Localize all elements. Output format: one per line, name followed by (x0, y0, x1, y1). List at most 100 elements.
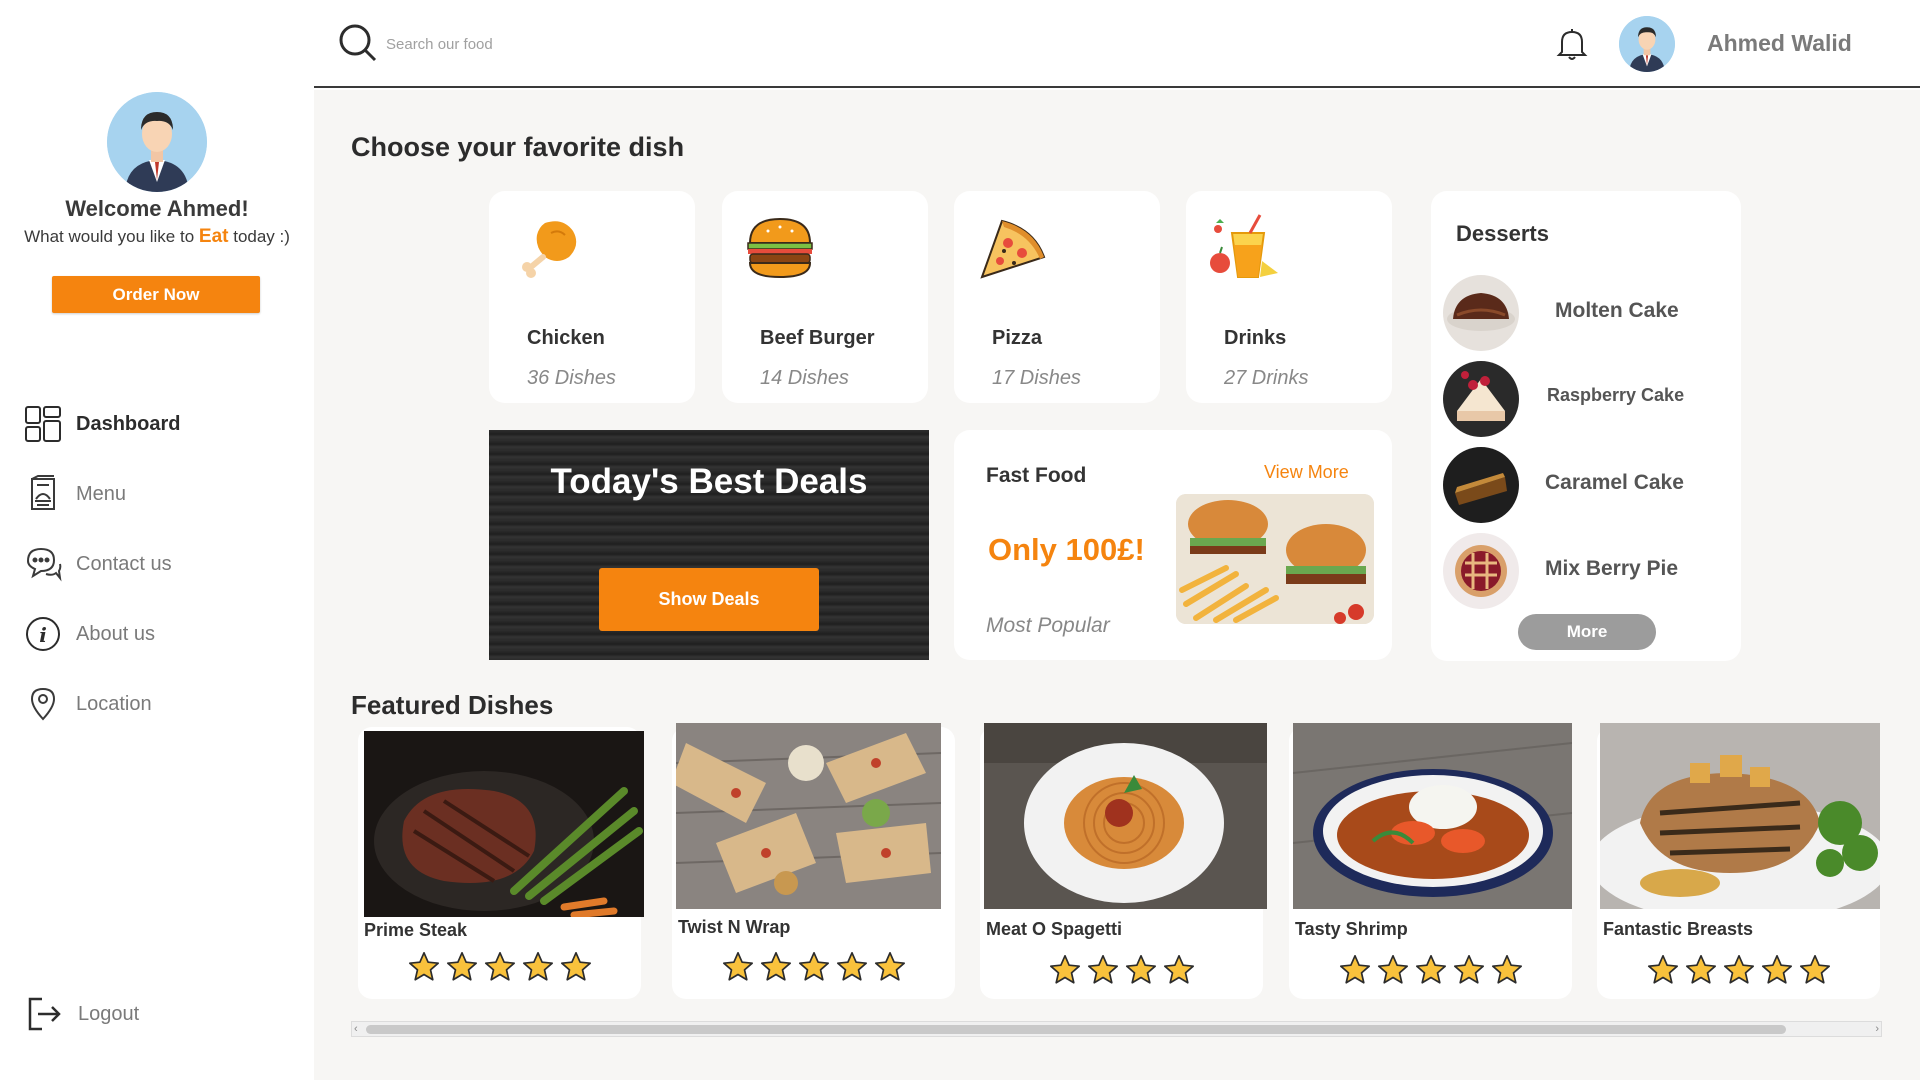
welcome-subtitle: What would you like to Eat today :) (0, 226, 314, 248)
star-icon (798, 951, 829, 981)
category-card-pizza[interactable]: Pizza 17 Dishes (954, 191, 1160, 403)
star-icon (1453, 954, 1484, 984)
dish-name: Twist N Wrap (678, 917, 791, 937)
star-icon (1761, 954, 1792, 984)
dish-image (676, 723, 941, 909)
dessert-item[interactable]: Raspberry Cake (1443, 361, 1733, 441)
dish-name: Tasty Shrimp (1295, 919, 1408, 939)
fast-food-card: Fast Food View More Only 100£! Most Popu… (954, 430, 1392, 660)
username[interactable]: Ahmed Walid (1707, 30, 1852, 57)
star-icon (1049, 954, 1080, 984)
fast-food-tag: Most Popular (986, 614, 1110, 637)
star-icon (1087, 954, 1118, 984)
burger-icon (747, 217, 813, 279)
dish-image (984, 723, 1267, 909)
dessert-image (1443, 275, 1519, 351)
dish-image (1293, 723, 1572, 909)
dish-image (364, 731, 644, 917)
featured-dish-card[interactable]: Meat O Spagetti (980, 723, 1267, 999)
nav-item-dashboard[interactable]: Dashboard (24, 404, 180, 444)
star-icon (560, 951, 591, 981)
logout-button[interactable]: Logout (26, 994, 139, 1034)
dessert-item[interactable]: Molten Cake (1443, 275, 1733, 355)
featured-dish-card[interactable]: Fantastic Breasts (1597, 723, 1880, 999)
category-name: Pizza (992, 327, 1043, 349)
featured-dish-card[interactable]: Tasty Shrimp (1289, 723, 1572, 999)
nav-item-menu[interactable]: Menu (24, 474, 126, 514)
category-card-burger[interactable]: Beef Burger 14 Dishes (722, 191, 928, 403)
order-now-button[interactable]: Order Now (52, 276, 260, 313)
svg-text:i: i (39, 623, 47, 647)
star-icon (1491, 954, 1522, 984)
star-icon (408, 951, 439, 981)
search-input[interactable] (386, 30, 686, 58)
bell-icon[interactable] (1554, 26, 1590, 62)
view-more-link[interactable]: View More (1264, 462, 1349, 483)
star-icon (522, 951, 553, 981)
star-icon (484, 951, 515, 981)
dish-rating (980, 953, 1263, 987)
star-icon (1125, 954, 1156, 984)
category-name: Chicken (527, 327, 605, 349)
nav-item-contact[interactable]: Contact us (24, 544, 172, 584)
dessert-item[interactable]: Mix Berry Pie (1443, 533, 1733, 613)
star-icon (1163, 954, 1194, 984)
dessert-name: Caramel Cake (1545, 471, 1684, 494)
desserts-card: Desserts Molten Cake Raspberry Cake Cara… (1431, 191, 1741, 661)
best-deals-banner: Today's Best Deals Show Deals (489, 430, 929, 660)
featured-dish-card[interactable]: Prime Steak (358, 727, 644, 999)
star-icon (722, 951, 753, 981)
show-deals-button[interactable]: Show Deals (599, 568, 819, 631)
scrollbar-thumb[interactable] (366, 1025, 1786, 1034)
category-card-drinks[interactable]: Drinks 27 Drinks (1186, 191, 1392, 403)
desserts-more-button[interactable]: More (1518, 614, 1656, 650)
star-icon (760, 951, 791, 981)
nav-label: Location (76, 692, 152, 715)
category-card-chicken[interactable]: Chicken 36 Dishes (489, 191, 695, 403)
search-icon[interactable] (337, 22, 379, 64)
dessert-item[interactable]: Caramel Cake (1443, 447, 1733, 527)
category-name: Drinks (1224, 327, 1287, 349)
user-avatar[interactable] (1619, 16, 1675, 72)
page-title: Choose your favorite dish (351, 132, 685, 162)
star-icon (836, 951, 867, 981)
main-content: Choose your favorite dish Chicken 36 Dis… (314, 90, 1920, 1080)
featured-dish-card[interactable]: Twist N Wrap (672, 723, 955, 999)
dish-rating (1289, 953, 1572, 987)
desserts-title: Desserts (1456, 221, 1549, 246)
welcome-text: Welcome Ahmed! (65, 196, 249, 221)
dessert-image (1443, 533, 1519, 609)
star-icon (1799, 954, 1830, 984)
star-icon (1415, 954, 1446, 984)
dish-rating (672, 950, 955, 984)
nav-label: Menu (76, 482, 127, 505)
category-count: 17 Dishes (992, 367, 1081, 389)
pizza-icon (980, 219, 1046, 279)
category-count: 14 Dishes (760, 367, 849, 389)
subtitle-text-end: today :) (233, 227, 290, 246)
profile-avatar (107, 92, 207, 192)
fast-food-price: Only 100£! (988, 532, 1145, 567)
dish-image (1600, 723, 1880, 909)
scroll-right-icon[interactable]: › (1875, 1023, 1879, 1035)
location-pin-icon (30, 687, 56, 721)
fast-food-image[interactable] (1176, 494, 1374, 624)
info-icon: i (26, 617, 60, 651)
nav-item-about[interactable]: i About us (24, 614, 155, 654)
scroll-left-icon[interactable]: ‹ (354, 1023, 358, 1035)
star-icon (1685, 954, 1716, 984)
drink-icon (1210, 214, 1278, 278)
sidebar: Welcome Ahmed! What would you like to Ea… (0, 0, 314, 1080)
nav-item-location[interactable]: Location (24, 684, 152, 724)
nav-label: Contact us (76, 552, 172, 575)
dish-name: Prime Steak (364, 920, 468, 940)
fast-food-title: Fast Food (986, 464, 1087, 487)
star-icon (1723, 954, 1754, 984)
horizontal-scrollbar[interactable]: ‹ › (351, 1021, 1882, 1037)
dashboard-icon (25, 406, 61, 442)
dessert-name: Mix Berry Pie (1545, 557, 1679, 580)
dessert-name: Raspberry Cake (1547, 385, 1685, 405)
dessert-image (1443, 361, 1519, 437)
star-icon (874, 951, 905, 981)
dessert-image (1443, 447, 1519, 523)
